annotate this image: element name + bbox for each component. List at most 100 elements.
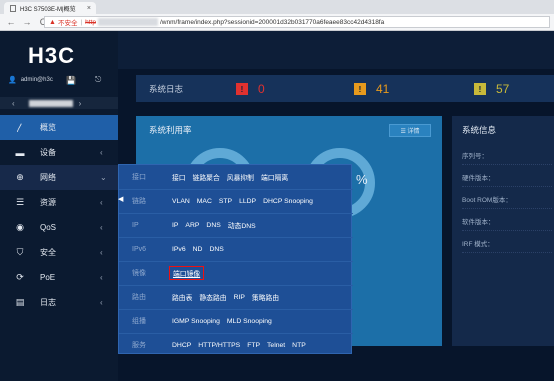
menu-item[interactable]: DNS — [206, 222, 220, 229]
menu-item[interactable]: 策略路由 — [252, 292, 279, 302]
menu-item[interactable]: DNS — [209, 246, 223, 253]
menu-item[interactable]: 动态DNS — [228, 220, 256, 230]
sidebar-item-label: 设备 — [40, 148, 56, 157]
network-flyout-menu: 接口 接口 链路聚合 风暴抑制 端口隔离 链路 VLAN MAC STP LLD… — [118, 164, 353, 354]
menu-item[interactable]: VLAN — [172, 198, 190, 205]
caret-left-icon: ◀ — [118, 196, 124, 203]
sidebar-item-label: 资源 — [40, 198, 56, 207]
menu-category: 路由 — [132, 294, 146, 301]
info-software-version: 软件版本： — [462, 212, 552, 231]
sidebar-item-network[interactable]: ⊕ 网络 ⌄ — [0, 165, 118, 190]
menu-item[interactable]: DHCP — [172, 342, 191, 349]
browser-tab[interactable]: H3C S7503E-M|概览 × — [4, 2, 96, 14]
nav-menu: 〳 概览 ▬ 设备 ‹ ⊕ 网络 ⌄ ☰ 资源 ‹ ◉ QoS ‹ ⛉ 安全 ‹ — [0, 115, 118, 315]
menu-item[interactable]: IGMP Snooping — [172, 318, 220, 325]
shield-icon: ⛉ — [16, 247, 24, 257]
menu-item[interactable]: STP — [219, 198, 232, 205]
info-bootrom-version: Boot ROM版本： — [462, 190, 552, 209]
forward-button[interactable]: → — [22, 17, 32, 27]
alert-critical-icon: ! — [236, 83, 248, 95]
menu-item[interactable]: 路由表 — [172, 292, 192, 302]
menu-item[interactable]: IP — [172, 222, 178, 229]
menu-category: IP — [132, 221, 139, 229]
alert-info-icon: ! — [474, 83, 486, 95]
menu-item[interactable]: IPv6 — [172, 246, 186, 253]
critical-alert[interactable]: ! 0 — [236, 82, 265, 96]
menu-item[interactable]: 链路聚合 — [193, 172, 220, 182]
sidebar-item-security[interactable]: ⛉ 安全 ‹ — [0, 240, 118, 265]
sidebar-item-label: 安全 — [40, 248, 56, 257]
menu-item[interactable]: Telnet — [267, 342, 285, 349]
sidebar-item-overview[interactable]: 〳 概览 — [0, 115, 118, 140]
system-usage-title: 系统利用率 — [149, 125, 192, 135]
sidebar: H3C 👤 admin@h3c 💾 ⎋ ‹ › 〳 概览 ▬ 设备 ‹ ⊕ 网络… — [0, 31, 118, 381]
info-alert[interactable]: ! 57 — [474, 82, 509, 96]
logo: H3C — [28, 43, 76, 68]
menu-row-multicast: 组播 IGMP Snooping MLD Snooping — [119, 309, 353, 334]
critical-count: 0 — [258, 82, 265, 96]
menu-category: 链路 — [132, 198, 146, 205]
menu-row-mirror: 镜像 端口镜像 — [119, 261, 353, 286]
pager-prev-button[interactable]: ‹ — [12, 99, 15, 108]
alert-warning-icon: ! — [354, 83, 366, 95]
qos-icon: ◉ — [16, 222, 24, 232]
logout-icon[interactable]: ⎋ — [95, 75, 101, 85]
sidebar-item-qos[interactable]: ◉ QoS ‹ — [0, 215, 118, 240]
menu-row-ip: IP IP ARP DNS 动态DNS — [119, 213, 353, 238]
save-icon[interactable]: 💾 — [66, 76, 76, 85]
info-count: 57 — [496, 82, 510, 96]
menu-item[interactable]: HTTP/HTTPS — [198, 342, 240, 349]
menu-item[interactable]: RIP — [234, 294, 245, 301]
warning-alert[interactable]: ! 41 — [354, 82, 389, 96]
menu-row-ipv6: IPv6 IPv6 ND DNS — [119, 237, 353, 262]
menu-item[interactable]: ND — [193, 246, 203, 253]
menu-item[interactable]: NTP — [292, 342, 306, 349]
menu-row-routing: 路由 路由表 静态路由 RIP 策略路由 — [119, 285, 353, 310]
back-button[interactable]: ← — [6, 17, 16, 27]
menu-item[interactable]: 风暴抑制 — [227, 172, 254, 182]
browser-tab-bar: H3C S7503E-M|概览 × — [0, 0, 554, 14]
menu-item[interactable]: ARP — [185, 222, 199, 229]
menu-item[interactable]: FTP — [247, 342, 260, 349]
menu-category: 镜像 — [132, 270, 146, 277]
top-banner — [118, 31, 554, 69]
chevron-left-icon: ‹ — [100, 248, 103, 257]
url-input[interactable]: ▲ 不安全 | http /wnm/frame/index.php?sessio… — [44, 16, 550, 28]
insecure-label: 不安全 — [57, 20, 78, 27]
sidebar-item-poe[interactable]: ⟳ PoE ‹ — [0, 265, 118, 290]
address-bar: ← → C ▲ 不安全 | http /wnm/frame/index.php?… — [0, 14, 554, 31]
menu-row-interface: 接口 接口 链路聚合 风暴抑制 端口隔离 — [119, 165, 353, 190]
system-info-panel: 系统信息 序列号： 硬件版本： Boot ROM版本： 软件版本： IRF 模式… — [452, 116, 554, 346]
close-icon[interactable]: × — [87, 5, 91, 12]
menu-item[interactable]: LLDP — [239, 198, 256, 205]
globe-icon: ⊕ — [16, 172, 24, 182]
sidebar-item-device[interactable]: ▬ 设备 ‹ — [0, 140, 118, 165]
pager-next-button[interactable]: › — [79, 99, 82, 108]
menu-row-link: 链路 VLAN MAC STP LLDP DHCP Snooping — [119, 189, 353, 214]
menu-item[interactable]: 接口 — [172, 172, 186, 182]
info-irf-mode: IRF 模式： — [462, 234, 552, 253]
redacted-host — [97, 18, 158, 26]
menu-item[interactable]: 静态路由 — [199, 292, 226, 302]
menu-item[interactable]: 端口隔离 — [261, 172, 288, 182]
sidebar-item-resources[interactable]: ☰ 资源 ‹ — [0, 190, 118, 215]
menu-item[interactable]: MLD Snooping — [227, 318, 272, 325]
redacted-device-name — [28, 99, 73, 107]
sidebar-item-log[interactable]: ▤ 日志 ‹ — [0, 290, 118, 315]
tab-title: H3C S7503E-M|概览 — [20, 6, 76, 13]
port-mirror-menu-item[interactable]: 端口镜像 — [169, 266, 205, 280]
user-row: 👤 admin@h3c 💾 ⎋ — [0, 73, 118, 87]
chevron-left-icon: ‹ — [100, 298, 103, 307]
sidebar-item-label: QoS — [40, 223, 57, 232]
url-protocol: http — [85, 18, 96, 26]
details-button[interactable]: ☰ 详情 — [389, 124, 431, 137]
info-serial: 序列号： — [462, 146, 552, 165]
menu-category: 组播 — [132, 318, 146, 325]
chevron-left-icon: ‹ — [100, 198, 103, 207]
menu-item[interactable]: DHCP Snooping — [263, 198, 313, 205]
menu-category: IPv6 — [132, 245, 147, 253]
warning-count: 41 — [376, 82, 390, 96]
system-info-title: 系统信息 — [462, 125, 497, 135]
system-log-bar[interactable]: 系统日志 ! 0 ! 41 ! 57 — [136, 75, 554, 102]
menu-item[interactable]: MAC — [197, 198, 212, 205]
